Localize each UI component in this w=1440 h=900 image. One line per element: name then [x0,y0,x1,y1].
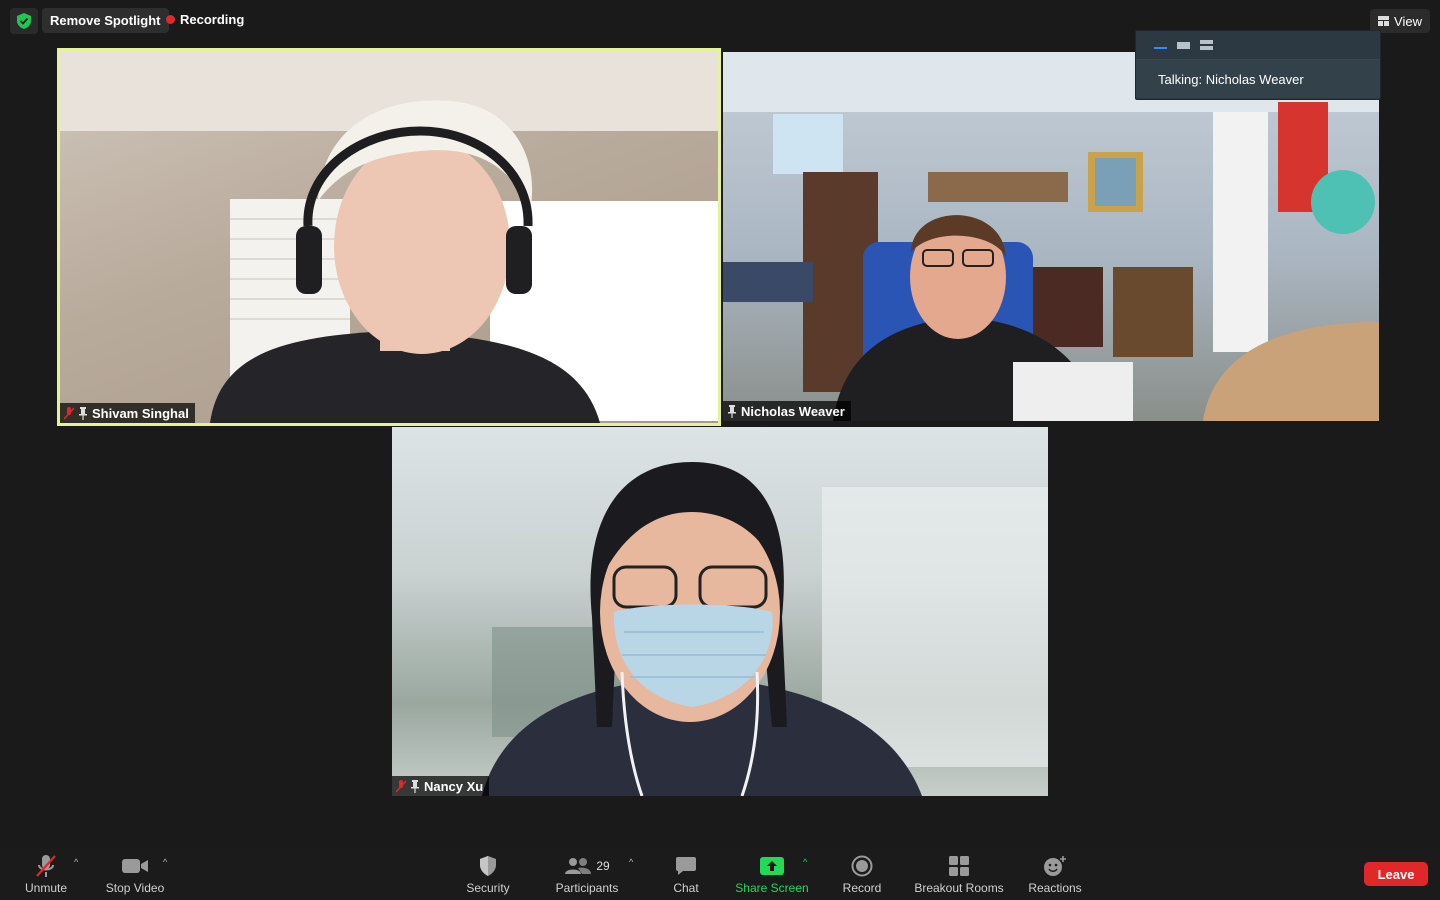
grid-icon [1378,16,1390,26]
pin-icon [411,779,419,793]
security-label: Security [466,881,510,895]
muted-mic-icon [64,406,74,420]
talking-indicator: Talking: Nicholas Weaver [1136,59,1380,98]
participant-name: Nancy Xu [424,778,484,794]
record-label: Record [842,881,882,895]
share-screen-arrow-icon [759,851,785,881]
video-feed [392,427,1048,796]
video-options-caret-icon[interactable]: ^ [163,857,167,867]
recording-indicator: Recording [166,12,244,27]
breakout-rooms-label: Breakout Rooms [914,881,1004,895]
security-button[interactable]: Security [462,851,514,895]
reactions-smiley-icon [1043,851,1067,881]
pin-icon [79,406,87,420]
participant-name: Nicholas Weaver [741,403,845,419]
share-options-caret-icon[interactable]: ^ [803,857,807,867]
video-tile-nancy-xu[interactable]: Nancy Xu [392,427,1048,796]
speaker-view-option[interactable] [1154,42,1167,49]
share-screen-button[interactable]: Share Screen [730,851,814,895]
view-label: View [1394,13,1422,29]
view-layout-options [1136,31,1380,59]
gallery-view-option[interactable] [1177,41,1190,49]
audio-options-caret-icon[interactable]: ^ [74,857,78,867]
participant-name-tag: Shivam Singhal [60,403,195,423]
recording-dot-icon [166,15,175,24]
participants-options-caret-icon[interactable]: ^ [629,857,633,867]
unmute-label: Unmute [24,881,68,895]
remove-spotlight-button[interactable]: Remove Spotlight [42,8,169,33]
leave-label: Leave [1377,866,1415,882]
breakout-rooms-grid-icon [948,851,970,881]
video-tile-shivam-singhal[interactable]: Shivam Singhal [57,48,721,426]
stop-video-button[interactable]: Stop Video [100,851,170,895]
chat-label: Chat [673,881,699,895]
participant-name-tag: Nicholas Weaver [723,401,851,421]
video-feed [723,52,1379,421]
chat-bubble-icon [675,851,697,881]
participants-count: 29 [596,859,610,873]
unmute-button[interactable]: Unmute [20,851,72,895]
leave-button[interactable]: Leave [1364,862,1428,886]
muted-mic-icon [396,779,406,793]
participant-name-tag: Nancy Xu [392,776,490,796]
video-camera-icon [121,851,149,881]
video-tile-nicholas-weaver[interactable]: Nicholas Weaver [723,52,1379,421]
view-menu-popup: Talking: Nicholas Weaver [1135,30,1381,100]
participant-name: Shivam Singhal [92,405,189,421]
share-screen-label: Share Screen [735,881,809,895]
security-shield-icon[interactable] [10,8,38,34]
video-feed [60,51,718,423]
talking-label: Talking: Nicholas Weaver [1158,71,1304,87]
participants-button[interactable]: 29 Participants [548,851,626,895]
reactions-label: Reactions [1028,881,1082,895]
record-icon [851,851,873,881]
breakout-rooms-button[interactable]: Breakout Rooms [910,851,1008,895]
recording-label: Recording [180,12,245,27]
chat-button[interactable]: Chat [666,851,706,895]
muted-microphone-icon [35,851,57,881]
remove-spotlight-label: Remove Spotlight [50,13,161,28]
pin-icon [728,404,736,418]
participants-label: Participants [555,881,619,895]
security-shield-toolbar-icon [479,851,497,881]
participants-icon: 29 [564,851,610,881]
stop-video-label: Stop Video [105,881,165,895]
side-by-side-view-option[interactable] [1200,40,1213,50]
reactions-button[interactable]: Reactions [1024,851,1086,895]
meeting-toolbar: Unmute ^ Stop Video ^ Security 29 Partic… [0,847,1440,900]
record-button[interactable]: Record [838,851,886,895]
